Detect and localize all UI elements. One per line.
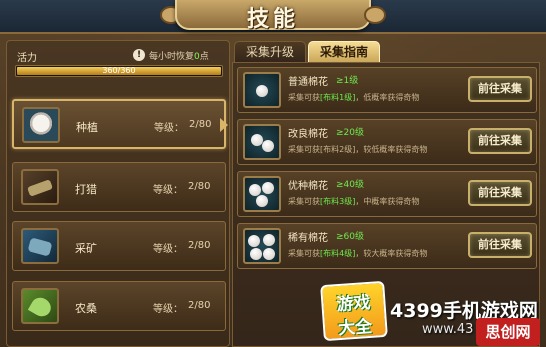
crop-name: 优种棉花 <box>288 181 328 192</box>
cotton-icon <box>22 107 60 143</box>
collect-row-improved-cotton: 改良棉花 ≥20级 采集可获[布料2级]，较低概率获得奇物 前往采集 <box>237 119 537 165</box>
ore-icon <box>21 228 59 264</box>
window-title: 技能 <box>246 7 299 32</box>
leaf-icon <box>21 288 59 324</box>
go-collect-button[interactable]: 前往采集 <box>468 232 532 258</box>
cotton-icon <box>243 124 281 160</box>
watermark-logo: 游戏 大全 <box>320 280 388 342</box>
skill-level-label: 等级： <box>153 304 183 315</box>
selection-arrow-icon <box>220 118 228 132</box>
level-requirement: ≥20级 <box>336 128 364 138</box>
skill-level-label: 等级： <box>153 244 183 255</box>
cotton-icon <box>243 228 281 264</box>
level-requirement: ≥1级 <box>336 76 359 86</box>
vitality-recovery-note: 每小时恢复0点 <box>149 49 209 62</box>
exclamation-icon[interactable]: ! <box>133 49 145 61</box>
tab-collect-upgrade[interactable]: 采集升级 <box>234 41 306 63</box>
skill-name: 农桑 <box>75 302 97 315</box>
skill-level-value: 2/80 <box>188 240 211 251</box>
watermark-badge: 思创网 <box>476 318 540 346</box>
title-bar: 技能 <box>0 0 546 34</box>
collect-row-common-cotton: 普通棉花 ≥1级 采集可获[布料1级]，低概率获得奇物 前往采集 <box>237 67 537 113</box>
recovery-prefix: 每小时恢复 <box>149 52 195 62</box>
crop-description: 采集可获[布料1级]，低概率获得奇物 <box>288 93 420 102</box>
vitality-bar: 360/360 <box>15 65 223 77</box>
crop-name: 普通棉花 <box>288 77 328 88</box>
skill-list-panel: 活力 ! 每小时恢复0点 360/360 种植 等级： 2/80 打猎 等级： … <box>6 40 230 347</box>
skill-level-value: 2/80 <box>189 119 212 130</box>
title-ornament-right <box>364 6 386 24</box>
cotton-icon <box>243 72 281 108</box>
skill-level-value: 2/80 <box>188 181 211 192</box>
title-plate: 技能 <box>175 0 371 32</box>
level-requirement: ≥40级 <box>336 180 364 190</box>
skill-name: 打猎 <box>75 183 97 196</box>
go-collect-button[interactable]: 前往采集 <box>468 76 532 102</box>
skill-item-sericulture[interactable]: 农桑 等级： 2/80 <box>12 281 226 331</box>
tab-collect-guide[interactable]: 采集指南 <box>308 41 380 63</box>
crop-name: 改良棉花 <box>288 129 328 140</box>
skill-level-label: 等级： <box>153 185 183 196</box>
level-requirement: ≥60级 <box>336 232 364 242</box>
skill-level-label: 等级： <box>154 123 184 134</box>
skill-item-mining[interactable]: 采矿 等级： 2/80 <box>12 221 226 271</box>
cotton-icon <box>243 176 281 212</box>
skill-level-value: 2/80 <box>188 300 211 311</box>
skill-name: 种植 <box>76 121 98 134</box>
skill-name: 采矿 <box>75 242 97 255</box>
go-collect-button[interactable]: 前往采集 <box>468 128 532 154</box>
crop-description: 采集可获[布料4级]，较大概率获得奇物 <box>288 249 428 258</box>
skill-item-hunting[interactable]: 打猎 等级： 2/80 <box>12 162 226 212</box>
game-window: 技能 活力 ! 每小时恢复0点 360/360 种植 等级： 2/80 打猎 等… <box>0 0 546 347</box>
collect-row-rare-cotton: 稀有棉花 ≥60级 采集可获[布料4级]，较大概率获得奇物 前往采集 <box>237 223 537 269</box>
crop-description: 采集可获[布料2级]，较低概率获得奇物 <box>288 145 428 154</box>
vitality-value: 360/360 <box>102 66 136 75</box>
hunting-icon <box>21 169 59 205</box>
watermark-url: www.43 <box>422 322 474 337</box>
crop-name: 稀有棉花 <box>288 233 328 244</box>
go-collect-button[interactable]: 前往采集 <box>468 180 532 206</box>
crop-description: 采集可获[布料3级]，中概率获得奇物 <box>288 197 420 206</box>
vitality-label: 活力 <box>17 53 37 64</box>
recovery-suffix: 点 <box>199 52 209 62</box>
skill-item-planting[interactable]: 种植 等级： 2/80 <box>12 99 226 149</box>
collect-row-quality-cotton: 优种棉花 ≥40级 采集可获[布料3级]，中概率获得奇物 前往采集 <box>237 171 537 217</box>
